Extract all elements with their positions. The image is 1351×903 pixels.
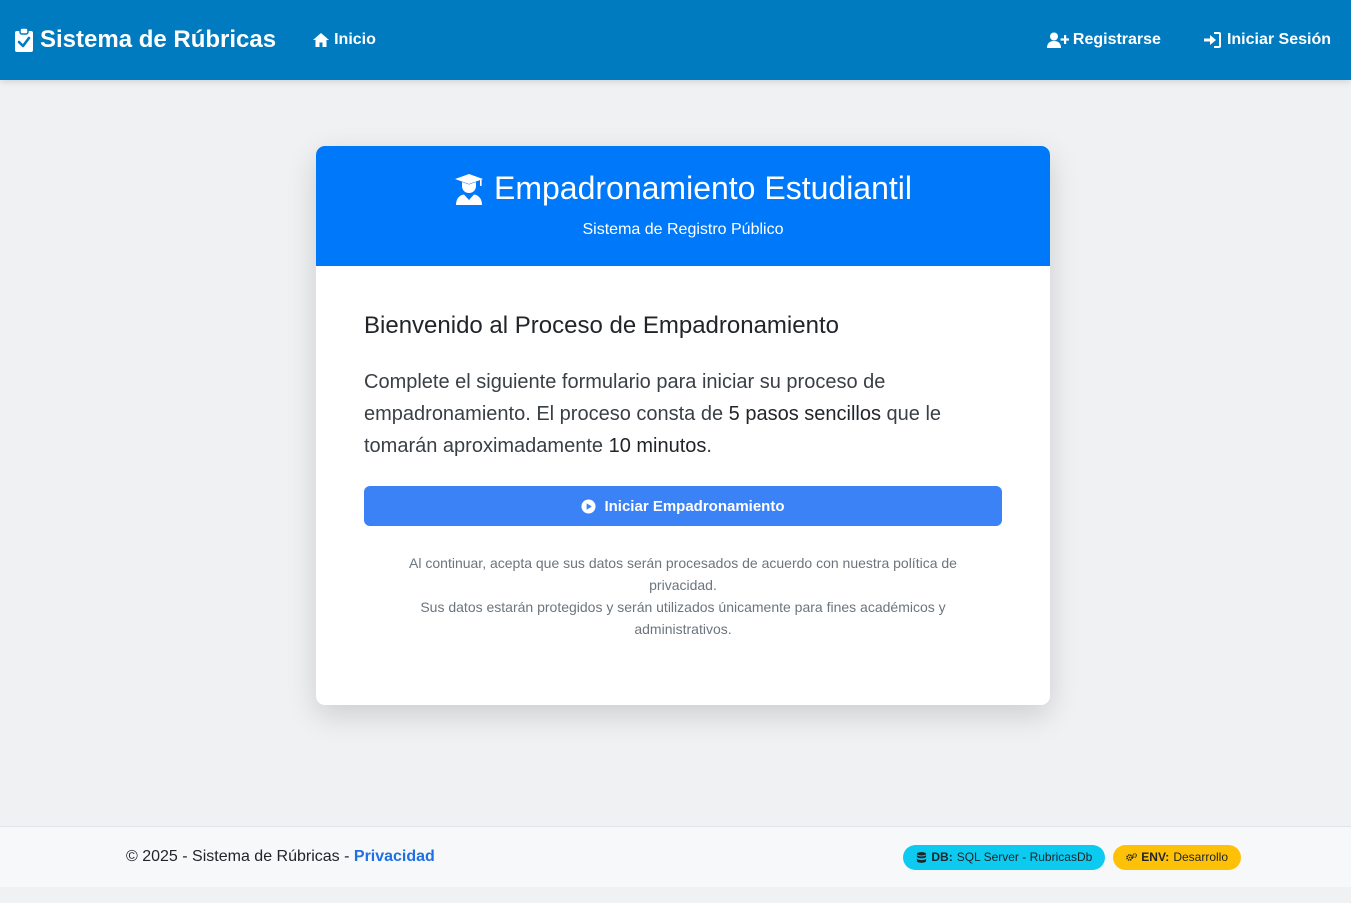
register-label: Registrarse xyxy=(1072,31,1161,48)
start-enrollment-label: Iniciar Empadronamiento xyxy=(604,497,785,515)
env-value: Desarrollo xyxy=(1173,850,1228,864)
intro-steps: 5 pasos sencillos xyxy=(728,403,881,425)
graduate-icon xyxy=(454,173,483,205)
nav-right-group: Registrarse Iniciar Sesión xyxy=(1046,31,1337,49)
register-link[interactable]: Registrarse xyxy=(1046,31,1161,49)
db-badge: DB: SQL Server - RubricasDb xyxy=(903,844,1106,870)
user-plus-icon xyxy=(1046,32,1069,48)
card-subtitle: Sistema de Registro Público xyxy=(582,221,784,238)
legal-line-1: Al continuar, acepta que sus datos serán… xyxy=(409,555,957,593)
nav-home-link[interactable]: Inicio xyxy=(312,31,376,49)
env-badges: DB: SQL Server - RubricasDb ENV: Desarroll… xyxy=(903,844,1241,870)
brand-name: Sistema de Rúbricas xyxy=(40,26,277,53)
nav-home-label: Inicio xyxy=(334,31,376,48)
privacy-link[interactable]: Privacidad xyxy=(354,848,435,865)
env-badge: ENV: Desarrollo xyxy=(1113,844,1241,870)
copyright-text: © 2025 - Sistema de Rúbricas - xyxy=(126,848,354,865)
intro-part3: . xyxy=(706,435,712,457)
welcome-title: Bienvenido al Proceso de Empadronamiento xyxy=(364,312,839,339)
gears-icon xyxy=(1126,852,1138,861)
enrollment-card: Empadronamiento Estudiantil Sistema de R… xyxy=(316,146,1050,705)
db-value: SQL Server - RubricasDb xyxy=(956,850,1093,864)
database-icon xyxy=(917,851,927,863)
intro-time: 10 minutos xyxy=(608,435,707,457)
play-circle-icon xyxy=(581,498,596,514)
login-label: Iniciar Sesión xyxy=(1226,31,1331,48)
card-header: Empadronamiento Estudiantil Sistema de R… xyxy=(316,146,1050,266)
copyright: © 2025 - Sistema de Rúbricas - Privacida… xyxy=(126,848,435,866)
page-footer: © 2025 - Sistema de Rúbricas - Privacida… xyxy=(0,826,1351,887)
card-title: Empadronamiento Estudiantil xyxy=(316,170,1050,207)
legal-notice: Al continuar, acepta que sus datos serán… xyxy=(364,552,1002,640)
db-label: DB: xyxy=(931,850,953,864)
login-link[interactable]: Iniciar Sesión xyxy=(1201,31,1331,49)
top-navbar: Sistema de Rúbricas Inicio Registrarse I… xyxy=(0,0,1351,80)
card-title-text: Empadronamiento Estudiantil xyxy=(493,170,912,206)
home-icon xyxy=(313,33,330,47)
env-label: ENV: xyxy=(1141,850,1170,864)
intro-text: Complete el siguiente formulario para in… xyxy=(364,366,1002,462)
brand-link[interactable]: Sistema de Rúbricas xyxy=(14,26,276,54)
legal-line-2: Sus datos estarán protegidos y serán uti… xyxy=(420,599,946,637)
start-enrollment-button[interactable]: Iniciar Empadronamiento xyxy=(364,486,1002,526)
sign-in-icon xyxy=(1203,32,1221,48)
clipboard-check-icon xyxy=(15,27,33,52)
card-body: Bienvenido al Proceso de Empadronamiento… xyxy=(316,266,1050,640)
